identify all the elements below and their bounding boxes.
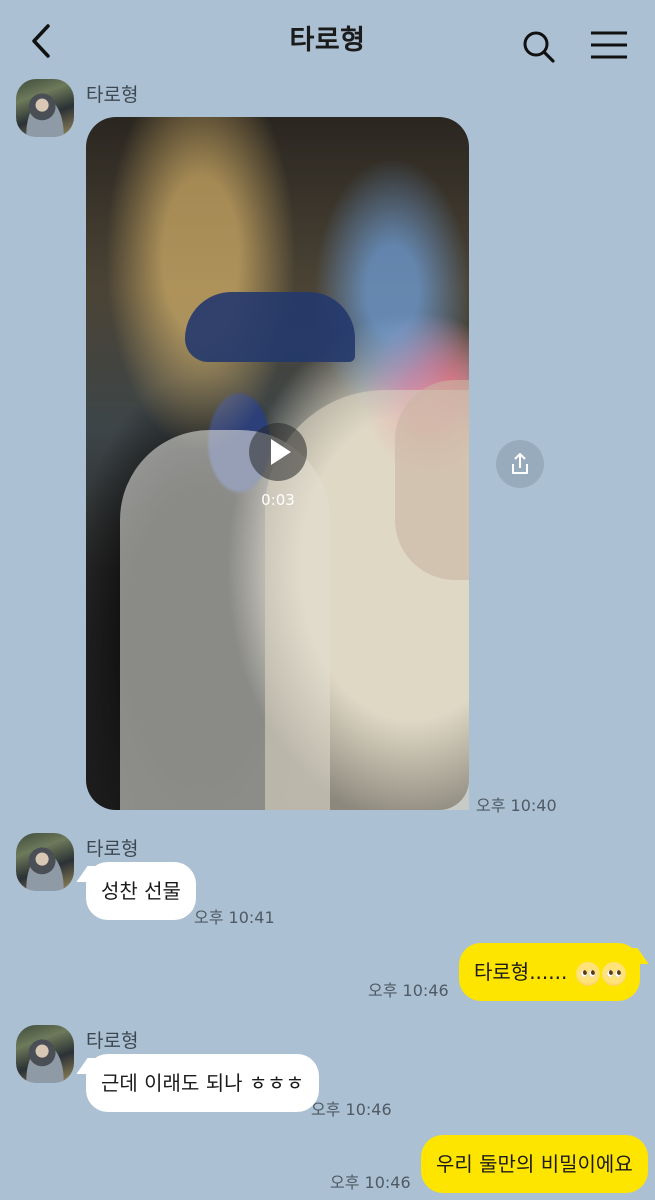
play-icon (271, 439, 291, 465)
video-frame-detail (185, 292, 355, 362)
outgoing-message-bubble[interactable]: 타로형...... (459, 943, 640, 1001)
message-text: 타로형...... (474, 960, 568, 984)
message-time: 오후 10:41 (194, 908, 275, 927)
video-duration: 0:03 (261, 491, 295, 509)
video-play-button[interactable] (249, 423, 307, 481)
sender-avatar[interactable] (16, 79, 74, 137)
outgoing-message-bubble[interactable]: 우리 둘만의 비밀이에요 (421, 1135, 648, 1193)
video-frame-detail (395, 380, 469, 580)
share-button[interactable] (496, 440, 544, 488)
menu-button[interactable] (588, 30, 630, 62)
message-time: 오후 10:40 (476, 796, 557, 815)
share-icon (512, 453, 528, 474)
incoming-message-bubble[interactable]: 근데 이래도 되나 ㅎㅎㅎ (86, 1054, 320, 1112)
sender-name: 타로형 (86, 838, 139, 860)
sender-avatar[interactable] (16, 833, 74, 891)
sender-avatar[interactable] (16, 1025, 74, 1083)
search-icon (523, 31, 555, 63)
pleading-face-emoji (601, 961, 626, 986)
hamburger-menu-icon (591, 31, 627, 59)
search-button[interactable] (520, 28, 560, 68)
incoming-message-bubble[interactable]: 성찬 선물 (86, 862, 196, 920)
message-time: 오후 10:46 (330, 1173, 411, 1192)
sender-name: 타로형 (86, 1030, 139, 1052)
message-time: 오후 10:46 (311, 1100, 392, 1119)
message-time: 오후 10:46 (368, 981, 449, 1000)
pleading-face-emoji (575, 961, 600, 986)
sender-name: 타로형 (86, 84, 139, 106)
